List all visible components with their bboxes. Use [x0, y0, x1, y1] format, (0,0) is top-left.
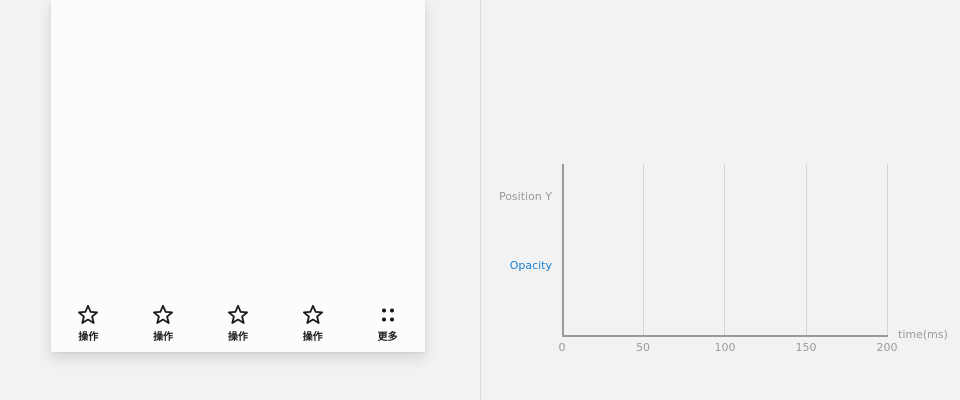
toolbar-item-label: 操作 [153, 332, 174, 343]
more-dots-icon [381, 308, 394, 322]
row-label-opacity: Opacity [509, 259, 552, 272]
tick-label-200: 200 [876, 341, 898, 354]
toolbar-item-action-3[interactable]: 操作 [201, 300, 276, 352]
star-outline-icon [227, 304, 248, 324]
phone-preview: 操作 操作 操作 操作 更多 [51, 0, 425, 352]
animation-curve-panel: Position Y Opacity 0 50 100 150 200 time… [480, 0, 960, 400]
toolbar-item-label: 操作 [78, 332, 99, 343]
tick-label-100: 100 [714, 341, 736, 354]
bottom-toolbar: 操作 操作 操作 操作 更多 [51, 300, 425, 352]
tick-label-50: 50 [636, 341, 650, 354]
tick-label-0: 0 [558, 341, 566, 354]
timeline-graph [562, 164, 888, 337]
row-label-position-y: Position Y [498, 190, 552, 203]
toolbar-item-label: 更多 [377, 332, 398, 343]
toolbar-item-action-4[interactable]: 操作 [275, 300, 350, 352]
star-outline-icon [78, 304, 99, 324]
toolbar-item-action-2[interactable]: 操作 [126, 300, 201, 352]
toolbar-item-label: 操作 [302, 332, 323, 343]
app-canvas: 操作 操作 操作 操作 更多 Position Y Opacity 0 50 1… [0, 0, 960, 400]
toolbar-item-more[interactable]: 更多 [350, 300, 425, 352]
star-outline-icon [153, 304, 174, 324]
time-unit-label: time(ms) [898, 328, 948, 341]
star-outline-icon [302, 304, 323, 324]
toolbar-item-action-1[interactable]: 操作 [51, 300, 126, 352]
tick-label-150: 150 [795, 341, 817, 354]
toolbar-item-label: 操作 [227, 332, 248, 343]
